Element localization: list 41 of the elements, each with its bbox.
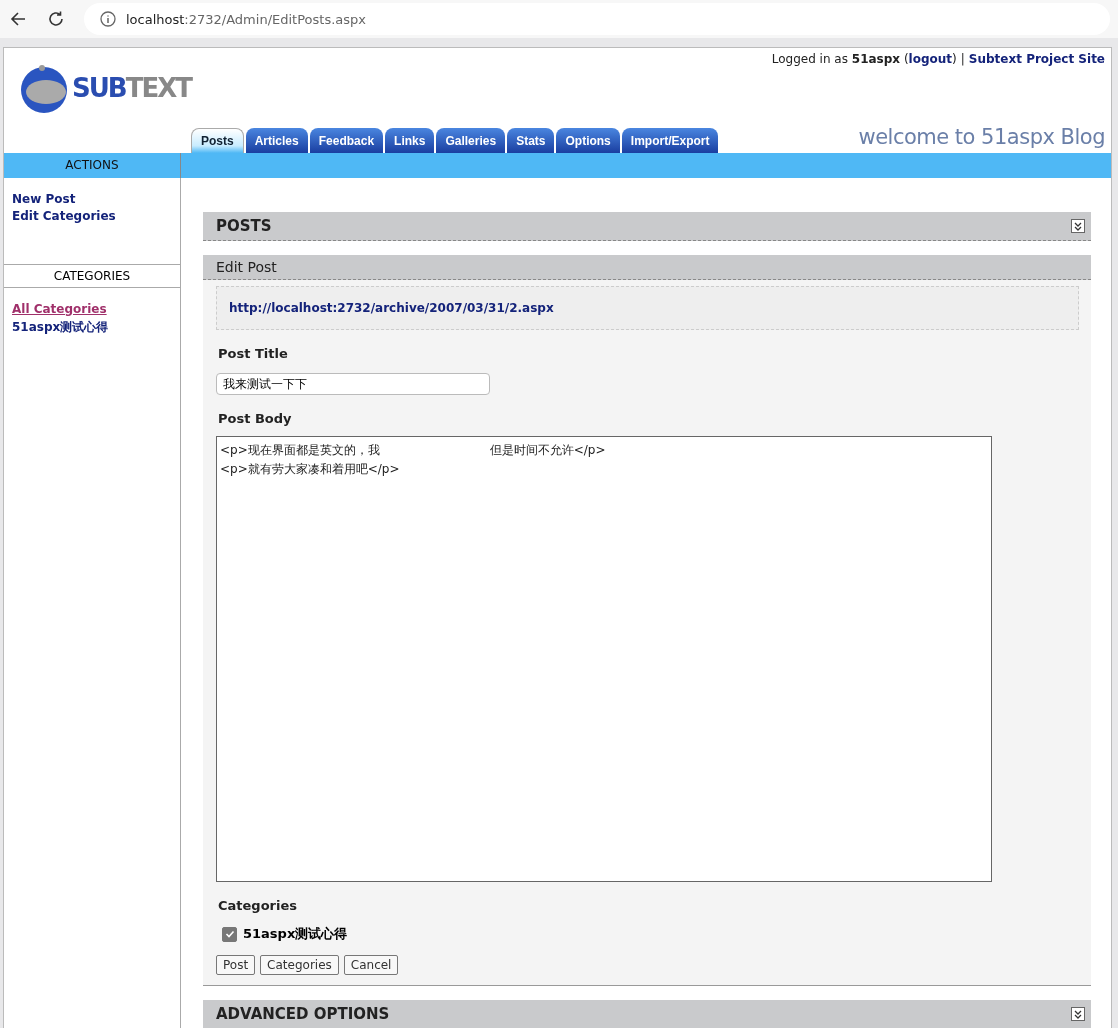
subsection-title: Edit Post [216,259,277,275]
url-text: localhost:2732/Admin/EditPosts.aspx [126,11,366,27]
category-link[interactable]: All Categories [12,302,172,316]
category-checkbox[interactable] [222,926,237,942]
nav-tab[interactable]: Import/Export [621,128,719,153]
check-icon [224,929,235,939]
body-textarea[interactable]: <p>现在界面都是英文的，我 但是时间不允许</p> <p>就有劳大家凑和着用吧</p> [216,436,992,882]
checkbox-label: 51aspx测试心得 [243,925,348,943]
collapse-icon[interactable] [1071,219,1085,233]
field-label: Categories [218,898,298,913]
field-label: Post Body [218,411,293,426]
blog-title: welcome to 51aspx Blog [858,125,1105,151]
category-link[interactable]: 51aspx测试心得 [12,319,172,336]
permalink-link[interactable]: http://localhost:2732/archive/2007/03/31/2.aspx [229,301,554,315]
form-button[interactable]: Categories [260,955,339,975]
action-link[interactable]: Edit Categories [12,209,172,223]
subtext-logo: SUBTEXT [16,60,191,115]
login-text: Logged in as 51aspx (logout) [771,52,957,66]
action-link[interactable]: New Post [12,192,172,206]
form-button[interactable]: Cancel [343,955,399,975]
nav-tab[interactable]: Galleries [436,128,506,153]
categories-heading: CATEGORIES [4,264,180,288]
section-title: ADVANCED OPTIONS [216,1005,390,1023]
nav-tab[interactable]: Articles [245,128,308,153]
collapse-icon[interactable] [1071,1007,1085,1021]
info-icon[interactable] [100,11,116,27]
logout-link[interactable]: logout [908,52,953,66]
separator-text: | [960,52,965,66]
section-title: POSTS [216,217,272,235]
project-site-link[interactable]: Subtext Project Site [968,52,1105,66]
nav-tab[interactable]: Posts [191,128,244,153]
field-label: Post Title [218,346,289,361]
nav-tab[interactable]: Links [385,128,435,153]
actions-heading: ACTIONS [4,153,181,178]
form-button[interactable]: Post [216,955,256,975]
nav-tab[interactable]: Feedback [309,128,384,153]
address-bar[interactable]: localhost:2732/Admin/EditPosts.aspx [84,3,1110,35]
title-input-field[interactable]: 我来测试一下下 [216,373,490,395]
nav-tab[interactable]: Stats [507,128,555,153]
nav-tab[interactable]: Options [556,128,620,153]
reload-icon[interactable] [46,9,66,29]
